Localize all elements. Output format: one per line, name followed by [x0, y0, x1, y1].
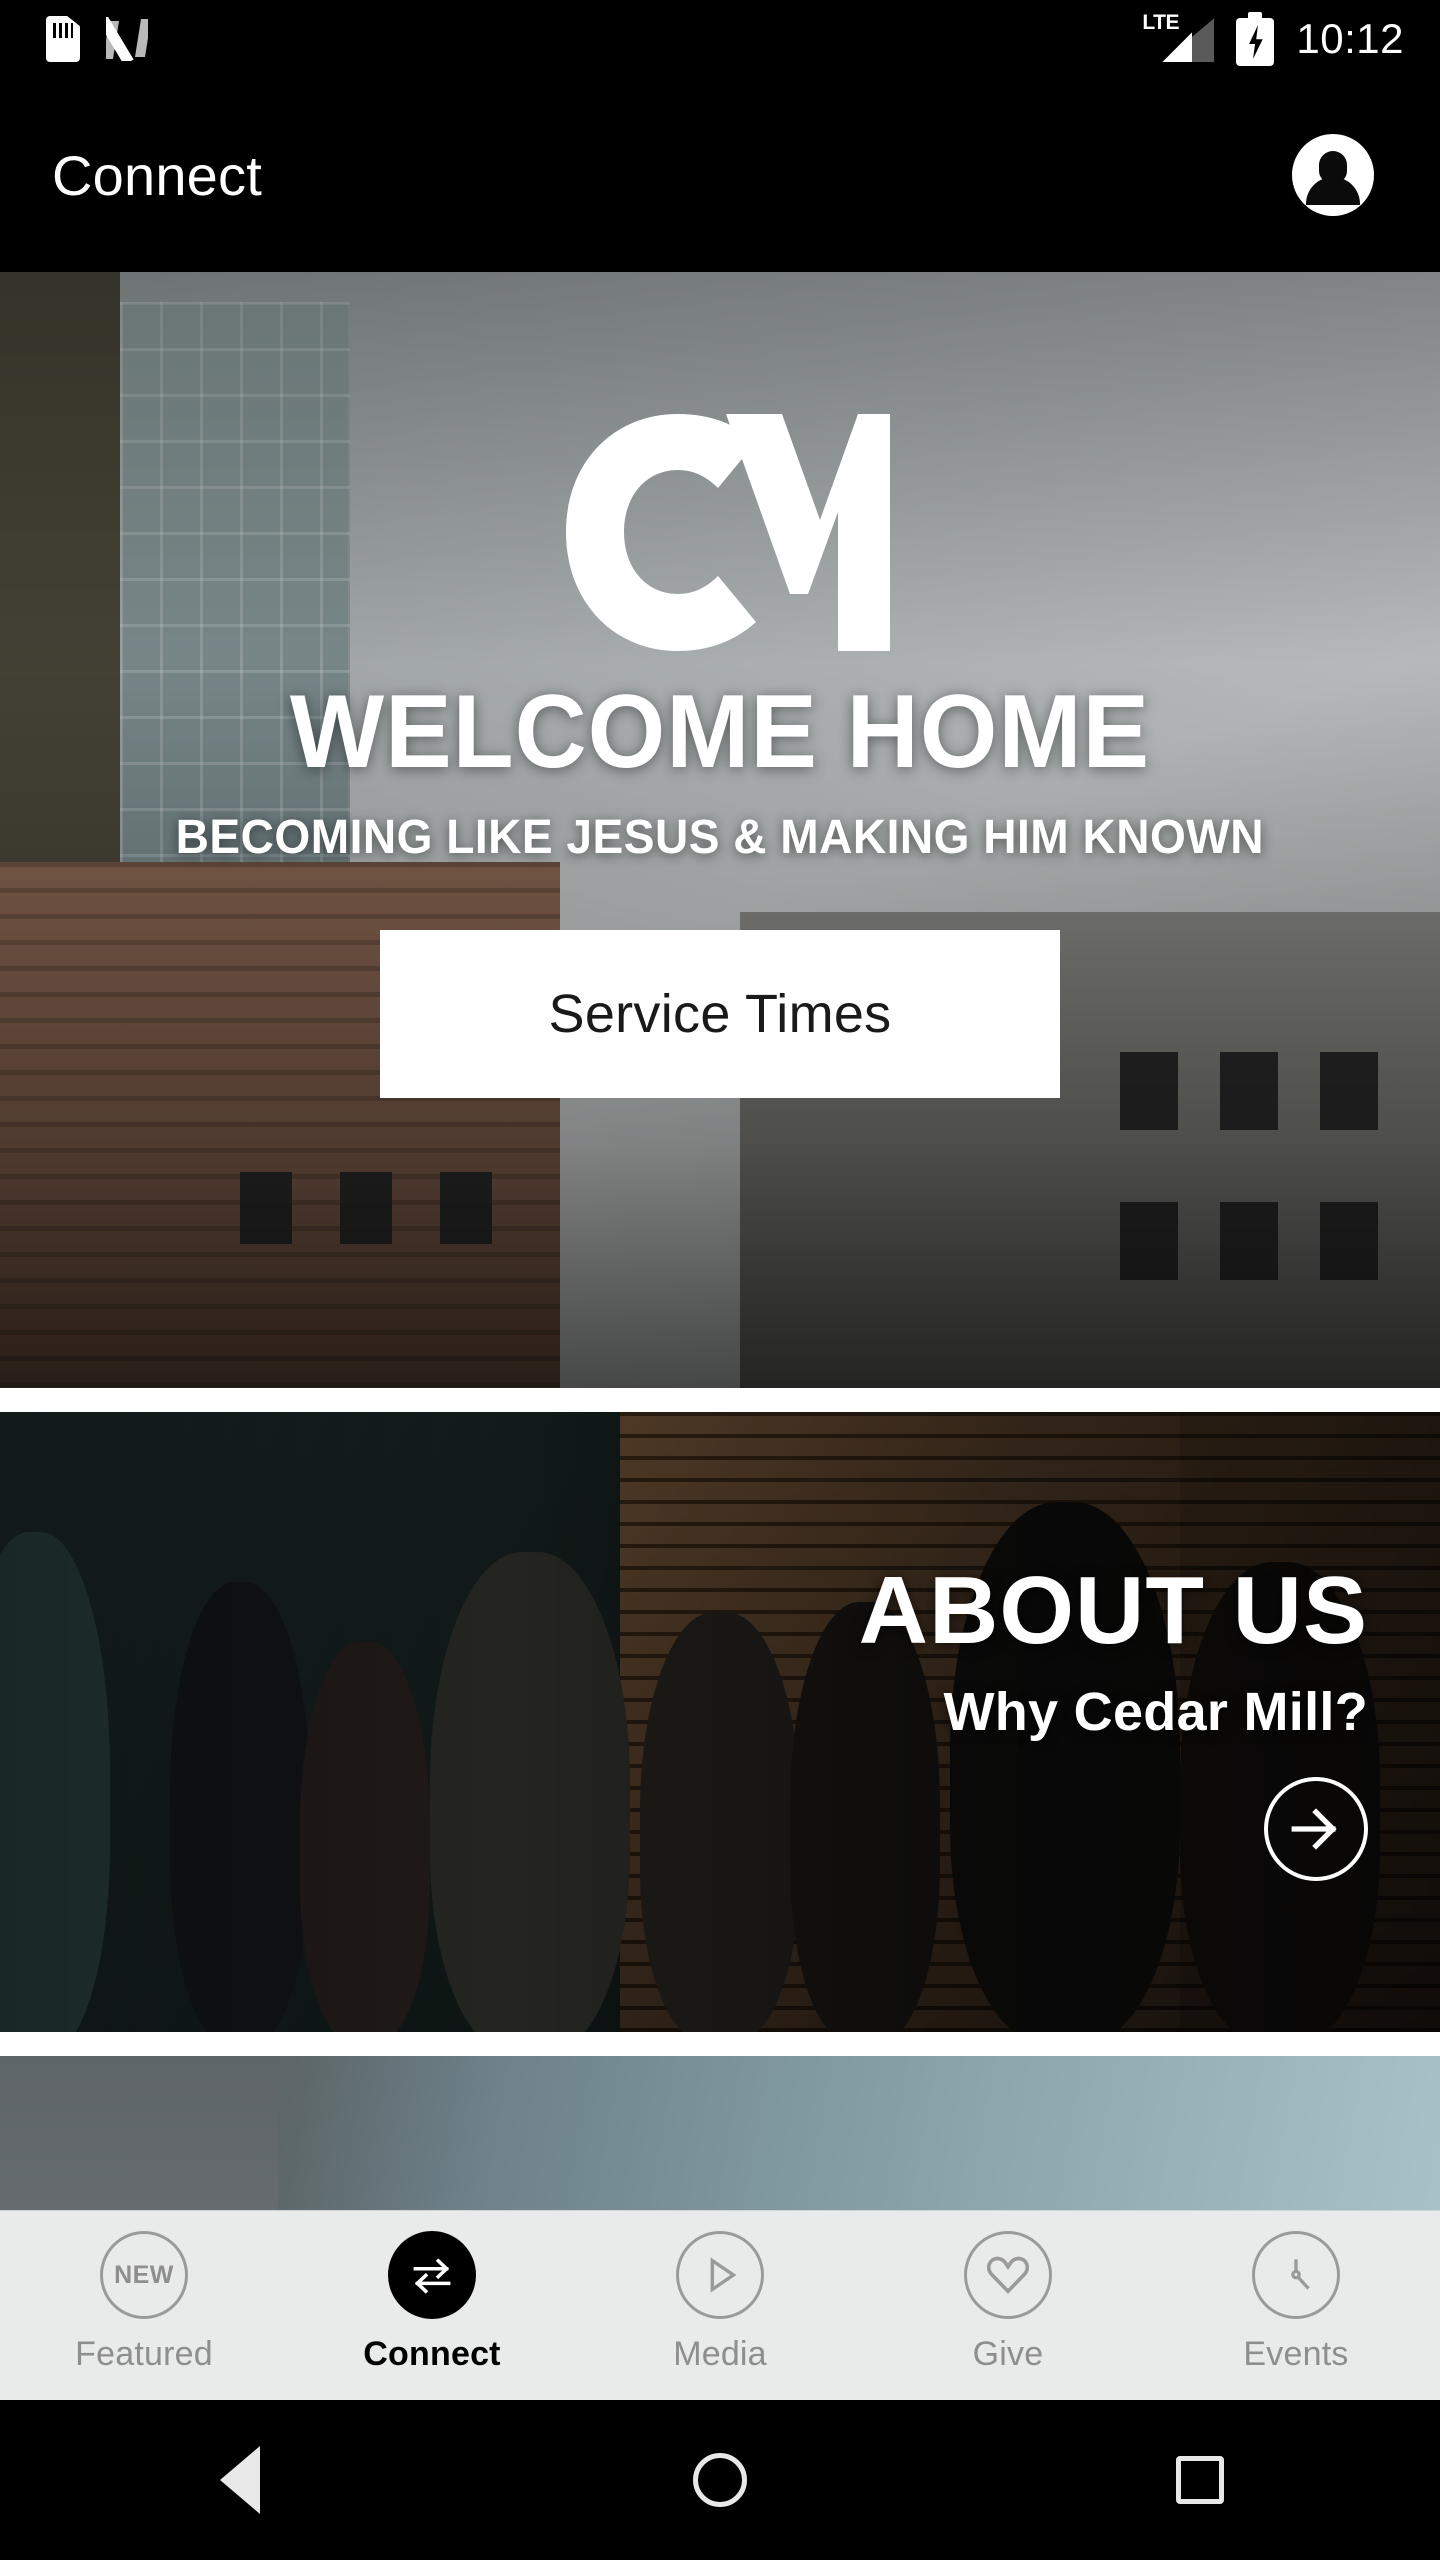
sd-card-icon [46, 16, 80, 62]
card-divider [0, 1388, 1440, 1412]
swap-arrows-icon [388, 2231, 476, 2319]
status-bar-clock: 10:12 [1296, 15, 1404, 62]
recents-square-icon [1176, 2456, 1224, 2504]
service-times-button[interactable]: Service Times [380, 930, 1060, 1098]
clock-icon [1252, 2231, 1340, 2319]
tab-featured[interactable]: NEW Featured [0, 2211, 288, 2374]
about-us-card[interactable]: ABOUT US Why Cedar Mill? [0, 1412, 1440, 2032]
status-bar: LTE 10:12 [0, 0, 1440, 78]
hero-subtitle: BECOMING LIKE JESUS & MAKING HIM KNOWN [175, 811, 1265, 864]
app-bar: Connect [0, 78, 1440, 272]
home-button[interactable] [480, 2453, 960, 2507]
third-card-left-panel [0, 2056, 278, 2210]
card-divider-2 [0, 2032, 1440, 2056]
back-triangle-icon [220, 2446, 260, 2514]
about-subtitle: Why Cedar Mill? [943, 1682, 1368, 1742]
third-card-preview[interactable] [0, 2056, 1440, 2210]
tab-connect-label: Connect [363, 2335, 501, 2373]
bottom-tab-bar: NEW Featured Connect Media Give Events [0, 2210, 1440, 2400]
tab-events-label: Events [1243, 2335, 1349, 2373]
tab-events[interactable]: Events [1152, 2211, 1440, 2374]
battery-charging-icon [1236, 12, 1275, 66]
status-bar-left-icons [0, 16, 148, 62]
hero-title: WELCOME HOME [289, 674, 1151, 790]
tab-media[interactable]: Media [576, 2211, 864, 2374]
status-bar-right-icons: LTE 10:12 [1142, 12, 1440, 66]
new-badge-label: NEW [114, 2260, 174, 2289]
tab-featured-label: Featured [75, 2335, 213, 2373]
home-circle-icon [693, 2453, 747, 2507]
tab-connect[interactable]: Connect [288, 2211, 576, 2374]
recents-button[interactable] [960, 2456, 1440, 2504]
nfc-icon [106, 17, 148, 61]
hero-card[interactable]: WELCOME HOME BECOMING LIKE JESUS & MAKIN… [0, 272, 1440, 1388]
lte-signal-icon: LTE [1142, 11, 1215, 64]
tab-give-label: Give [972, 2335, 1044, 2373]
android-navigation-bar [0, 2400, 1440, 2560]
lte-label: LTE [1142, 11, 1179, 34]
account-circle-icon[interactable] [1292, 134, 1374, 216]
content-scroll-area[interactable]: WELCOME HOME BECOMING LIKE JESUS & MAKIN… [0, 272, 1440, 2210]
tab-give[interactable]: Give [864, 2211, 1152, 2374]
service-times-label: Service Times [548, 984, 892, 1044]
heart-icon [964, 2231, 1052, 2319]
cm-logo-icon [550, 408, 890, 658]
new-badge-icon: NEW [100, 2231, 188, 2319]
about-title: ABOUT US [858, 1557, 1368, 1664]
page-title: Connect [52, 143, 262, 207]
back-button[interactable] [0, 2446, 480, 2514]
tab-media-label: Media [673, 2335, 767, 2373]
arrow-right-circle-icon[interactable] [1264, 1777, 1368, 1881]
play-circle-icon [676, 2231, 764, 2319]
